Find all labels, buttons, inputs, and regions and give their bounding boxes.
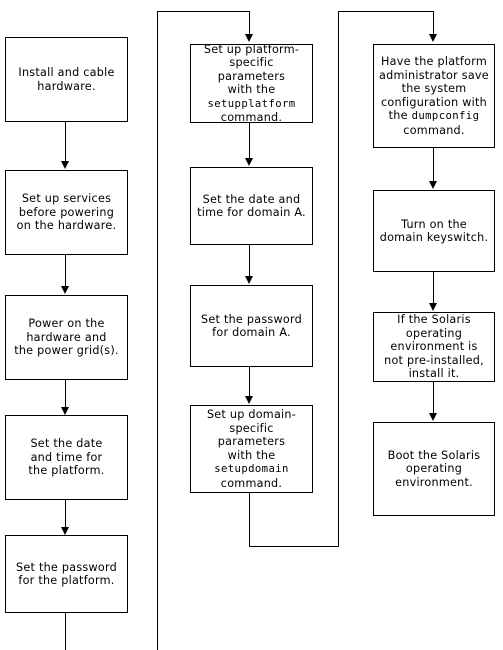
node-setup-domain-parameters[interactable]: Set up domain- specific parameters with … (190, 405, 313, 493)
node-set-up-services[interactable]: Set up services before powering on the h… (5, 170, 128, 255)
connector-wrap-col2-col3-horizontal-top (338, 11, 434, 12)
arrowhead-n12 (429, 303, 437, 311)
node-command: dumpconfig (411, 110, 480, 122)
node-power-on-hardware[interactable]: Power on the hardware and the power grid… (5, 295, 128, 380)
node-turn-on-domain-keyswitch[interactable]: Turn on the domain keyswitch. (373, 190, 495, 272)
connector-n6-n7 (249, 123, 250, 159)
connector-wrap-col2-col3-drop (249, 493, 250, 547)
node-save-system-configuration[interactable]: Have the platform administrator save the… (373, 44, 495, 148)
node-set-date-time-platform[interactable]: Set the date and time for the platform. (5, 415, 128, 500)
node-label: Install and cable hardware. (18, 66, 115, 93)
arrowhead-n6 (245, 34, 253, 42)
connector-n3-n4 (65, 380, 66, 408)
node-label: Set up platform- specific parameters wit… (191, 43, 312, 125)
arrowhead-n9 (245, 396, 253, 404)
node-text-after: command. (220, 476, 283, 490)
node-text-before: Set up platform- specific parameters wit… (203, 42, 300, 97)
connector-wrap-col2-col3-entry (433, 11, 434, 35)
arrowhead-n2 (61, 161, 69, 169)
node-label: Boot the Solaris operating environment. (387, 448, 481, 489)
connector-wrap-col1-col2-drop (249, 11, 250, 35)
node-set-password-domain-a[interactable]: Set the password for domain A. (190, 285, 313, 367)
connector-wrap-col1-col2-horizontal (157, 11, 249, 12)
node-label: Power on the hardware and the power grid… (14, 317, 119, 358)
node-label: Set up services before powering on the h… (16, 192, 117, 233)
arrowhead-n5 (61, 527, 69, 535)
node-install-and-cable-hardware[interactable]: Install and cable hardware. (5, 37, 128, 122)
connector-n8-n9 (249, 367, 250, 397)
node-label: If the Solaris operating environment is … (384, 313, 484, 381)
arrowhead-n11 (429, 181, 437, 189)
connector-n4-n5 (65, 500, 66, 528)
node-setup-platform-parameters[interactable]: Set up platform- specific parameters wit… (190, 43, 313, 125)
node-label: Set the password for the platform. (16, 560, 117, 588)
connector-n12-n13 (433, 382, 434, 414)
arrowhead-n4 (61, 407, 69, 415)
connector-n1-n2 (65, 122, 66, 162)
node-command: setupplatform (207, 97, 296, 110)
connector-wrap-col1-col2-vertical (157, 11, 158, 650)
node-label: Set up domain- specific parameters with … (191, 408, 312, 490)
connector-n10-n11 (433, 148, 434, 182)
arrowhead-n10 (429, 34, 437, 42)
arrowhead-n3 (61, 286, 69, 294)
connector-n5-exit (65, 613, 66, 650)
connector-n11-n12 (433, 272, 434, 304)
node-text-before: Set up domain- specific parameters with … (206, 408, 297, 462)
arrowhead-n7 (245, 158, 253, 166)
node-command: setupdomain (214, 463, 289, 475)
node-text-after: command. (220, 111, 283, 124)
arrowhead-n13 (429, 413, 437, 421)
flowchart-canvas: Install and cable hardware. Set up servi… (0, 0, 503, 650)
node-set-password-platform[interactable]: Set the password for the platform. (5, 535, 128, 613)
node-label: Set the date and time for domain A. (197, 192, 306, 220)
node-text-after: command. (403, 123, 465, 137)
node-label: Set the password for domain A. (201, 312, 302, 340)
connector-wrap-col2-col3-vertical (338, 11, 339, 547)
node-label: Turn on the domain keyswitch. (379, 217, 489, 245)
connector-wrap-col2-col3-horizontal-bottom (249, 546, 339, 547)
arrowhead-n8 (245, 276, 253, 284)
connector-n2-n3 (65, 255, 66, 287)
node-label: Set the date and time for the platform. (28, 437, 105, 478)
connector-n7-n8 (249, 245, 250, 277)
node-set-date-time-domain-a[interactable]: Set the date and time for domain A. (190, 167, 313, 245)
node-label: Have the platform administrator save the… (374, 55, 494, 137)
node-install-solaris-if-needed[interactable]: If the Solaris operating environment is … (373, 312, 495, 382)
node-boot-solaris[interactable]: Boot the Solaris operating environment. (373, 422, 495, 516)
